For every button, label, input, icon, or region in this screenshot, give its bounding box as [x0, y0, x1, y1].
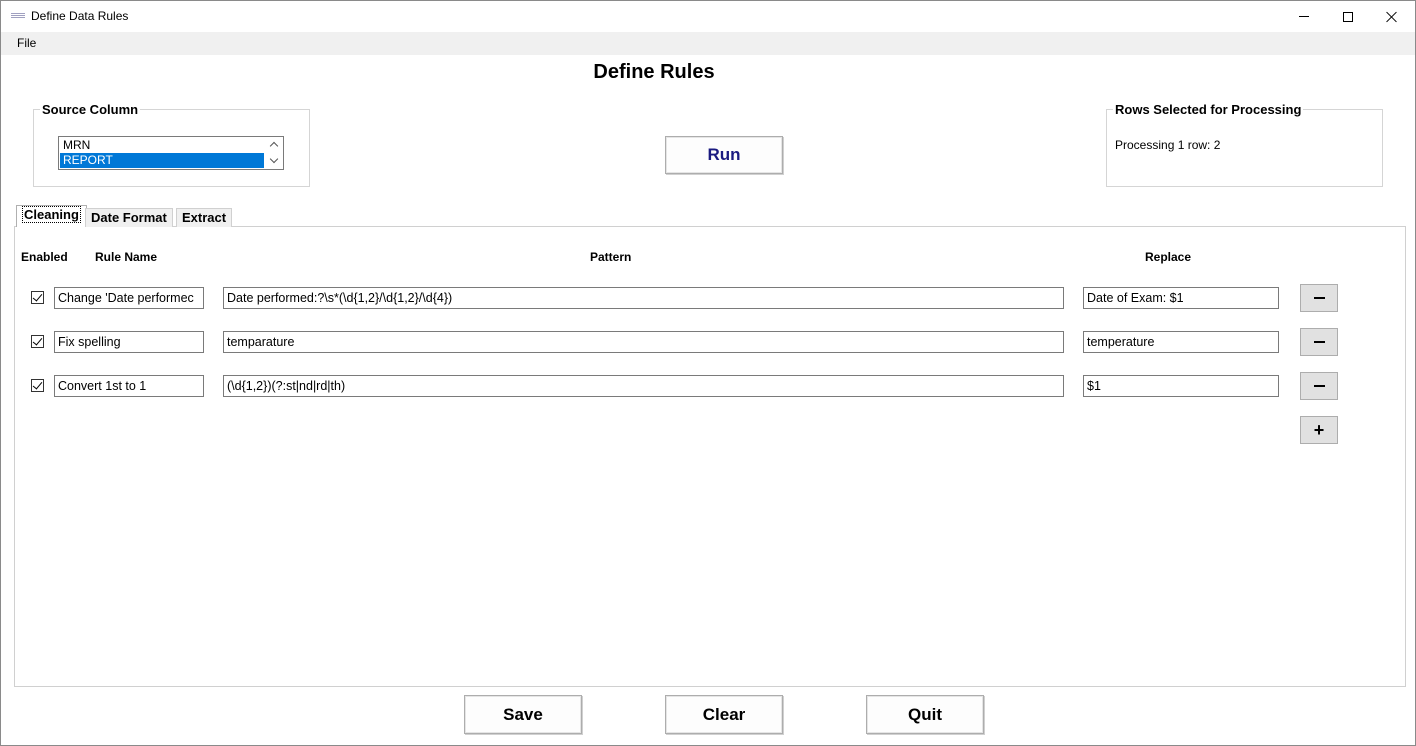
rule-replace-field[interactable]: Date of Exam: $1 [1083, 287, 1279, 309]
save-button[interactable]: Save [464, 695, 582, 734]
scroll-down-icon[interactable] [269, 154, 279, 165]
list-item-report[interactable]: REPORT [60, 153, 264, 168]
close-icon [1386, 11, 1398, 23]
rows-selected-group: Rows Selected for Processing Processing … [1106, 102, 1383, 187]
column-header-replace: Replace [1145, 250, 1192, 264]
tab-cleaning[interactable]: Cleaning [16, 205, 87, 227]
tab-date-format[interactable]: Date Format [85, 208, 173, 227]
minimize-button[interactable] [1281, 1, 1327, 32]
rows-selected-label: Rows Selected for Processing [1113, 102, 1304, 117]
column-header-pattern: Pattern [590, 250, 632, 264]
rule-enabled-checkbox[interactable] [31, 379, 44, 392]
maximize-button[interactable] [1325, 1, 1371, 32]
scroll-up-icon[interactable] [269, 140, 279, 151]
rule-replace-field[interactable]: $1 [1083, 375, 1279, 397]
tab-extract[interactable]: Extract [176, 208, 233, 227]
add-rule-button[interactable]: + [1300, 416, 1338, 444]
rule-replace-field[interactable]: temperature [1083, 331, 1279, 353]
minimize-icon [1299, 16, 1309, 17]
menu-bar: File [1, 32, 1415, 55]
rule-enabled-checkbox[interactable] [31, 335, 44, 348]
app-window: Define Data Rules File Define Rules Sour… [0, 0, 1416, 746]
close-button[interactable] [1369, 1, 1415, 32]
rule-pattern-field[interactable]: temparature [223, 331, 1064, 353]
tab-cleaning-label: Cleaning [22, 206, 81, 223]
clear-button[interactable]: Clear [665, 695, 783, 734]
source-column-label: Source Column [40, 102, 141, 117]
minus-icon [1313, 341, 1325, 343]
minus-icon [1313, 385, 1325, 387]
column-header-rule-name: Rule Name [95, 250, 158, 264]
maximize-icon [1343, 11, 1353, 22]
list-item-mrn[interactable]: MRN [60, 138, 264, 153]
rule-pattern-field[interactable]: Date performed:?\s*(\d{1,2}/\d{1,2}/\d{4… [223, 287, 1064, 309]
column-header-enabled: Enabled [21, 250, 68, 264]
remove-rule-button[interactable] [1300, 284, 1338, 312]
rows-selected-text: Processing 1 row: 2 [1115, 138, 1221, 152]
source-column-group: Source Column MRN REPORT [33, 102, 310, 187]
page-title: Define Rules [593, 61, 715, 83]
source-column-listbox[interactable]: MRN REPORT [58, 136, 284, 170]
minus-icon [1313, 297, 1325, 299]
remove-rule-button[interactable] [1300, 372, 1338, 400]
rule-pattern-field[interactable]: (\d{1,2})(?:st|nd|rd|th) [223, 375, 1064, 397]
rule-name-field[interactable]: Convert 1st to 1 [54, 375, 204, 397]
listbox-scrollbar[interactable] [266, 137, 283, 169]
rule-enabled-checkbox[interactable] [31, 291, 44, 304]
app-icon [11, 13, 25, 19]
run-button[interactable]: Run [665, 136, 783, 174]
window-title: Define Data Rules [31, 9, 129, 23]
quit-button[interactable]: Quit [866, 695, 984, 734]
title-bar[interactable]: Define Data Rules [1, 1, 1415, 32]
remove-rule-button[interactable] [1300, 328, 1338, 356]
menu-file[interactable]: File [17, 36, 36, 50]
rule-name-field[interactable]: Change 'Date performec [54, 287, 204, 309]
rule-name-field[interactable]: Fix spelling [54, 331, 204, 353]
